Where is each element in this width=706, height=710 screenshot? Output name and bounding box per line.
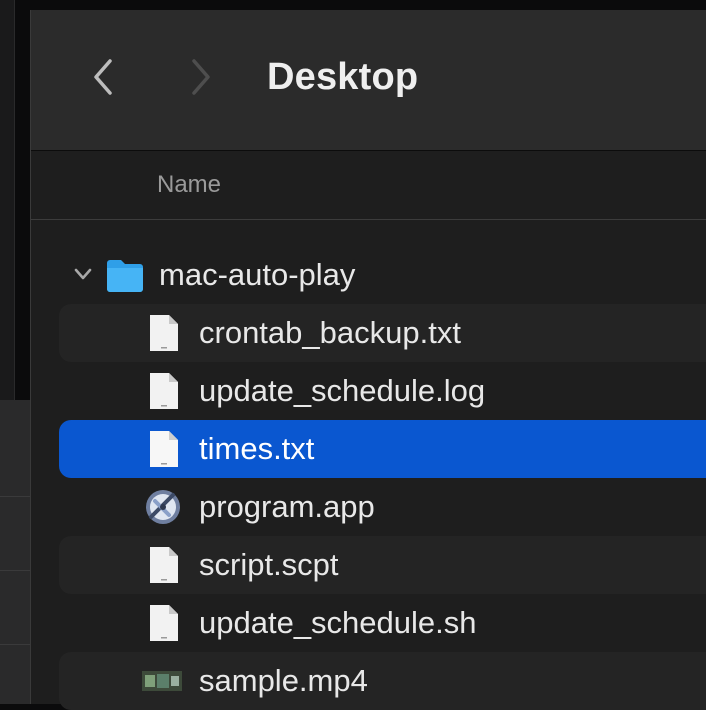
chevron-right-icon [192,59,210,95]
back-button[interactable] [83,54,123,100]
document-icon [150,315,178,351]
window-title: Desktop [267,56,419,98]
item-label: update_schedule.sh [199,605,477,640]
item-label: script.scpt [199,547,339,582]
list-item[interactable]: script.scpt [59,536,706,594]
document-icon [150,431,178,467]
toolbar: Desktop [31,10,706,151]
list-item[interactable]: sample.mp4 [59,652,706,710]
column-header: Name [31,151,706,220]
item-label: update_schedule.log [199,373,486,408]
finder-window: Desktop Name mac-auto-play crontab_backu… [30,10,706,710]
background-divider [0,496,30,497]
item-label: program.app [199,489,375,524]
column-name-header[interactable]: Name [157,171,221,199]
folder-icon [107,260,143,292]
chevron-down-icon[interactable] [73,266,93,282]
list-item-selected[interactable]: times.txt [59,420,706,478]
application-icon [146,490,180,524]
background-window-panel [0,400,30,704]
item-label: times.txt [199,431,315,466]
document-icon [150,547,178,583]
document-icon [150,373,178,409]
video-icon [142,671,182,691]
item-label: mac-auto-play [159,257,356,292]
background-window-edge [0,0,15,400]
background-divider [0,644,30,645]
document-icon [150,605,178,641]
forward-button[interactable] [181,54,221,100]
item-label: sample.mp4 [199,663,368,698]
list-item[interactable]: update_schedule.sh [59,594,706,652]
list-item[interactable]: update_schedule.log [59,362,706,420]
background-strip [0,0,706,10]
chevron-left-icon [94,59,112,95]
list-item[interactable]: program.app [59,478,706,536]
background-divider [0,570,30,571]
item-label: crontab_backup.txt [199,315,461,350]
list-item[interactable]: crontab_backup.txt [59,304,706,362]
list-item-folder[interactable]: mac-auto-play [59,246,706,304]
